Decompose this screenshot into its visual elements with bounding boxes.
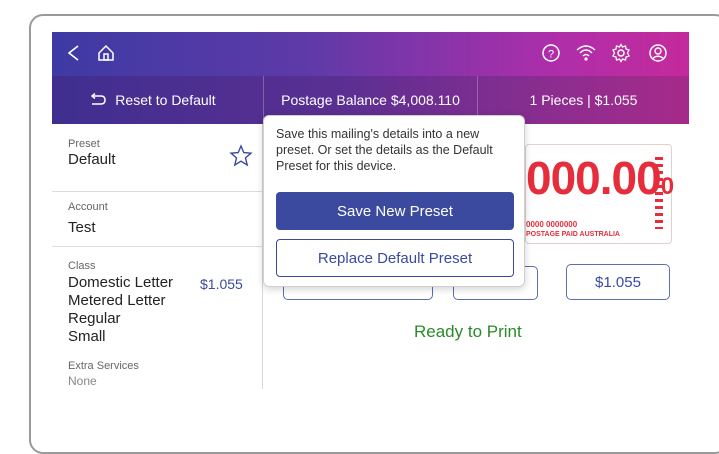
class-price: $1.055 (200, 276, 243, 292)
save-new-preset-button[interactable]: Save New Preset (276, 192, 514, 230)
extra-services-value: None (68, 374, 97, 388)
pieces-text: 1 Pieces | $1.055 (529, 92, 638, 108)
class-line: Regular (68, 310, 121, 327)
preset-label: Preset (68, 138, 100, 150)
preset-value: Default (68, 151, 116, 168)
stamp-footer: POSTAGE PAID AUSTRALIA (526, 231, 620, 238)
replace-default-preset-label: Replace Default Preset (317, 249, 473, 267)
ready-status: Ready to Print (414, 322, 522, 341)
stamp-barcode (655, 157, 663, 229)
stamp-amount: 000.000 (526, 152, 674, 204)
class-line: Domestic Letter (68, 274, 174, 291)
star-icon[interactable] (229, 144, 253, 173)
popover-message: Save this mailing's details into a new p… (276, 127, 493, 173)
top-bar: ? (52, 32, 689, 76)
extra-services-label: Extra Services (68, 360, 139, 372)
replace-default-preset-button[interactable]: Replace Default Preset (276, 239, 514, 277)
reset-icon (89, 93, 107, 107)
account-value: Test (68, 219, 96, 236)
mailing-details-panel: Preset Default Account Test Class Domest… (52, 124, 263, 389)
postage-balance-text: Postage Balance $4,008.110 (281, 92, 460, 108)
class-line: Small (68, 328, 106, 345)
reset-to-default-button[interactable]: Reset to Default (52, 76, 253, 124)
account-label: Account (68, 201, 108, 213)
reset-label: Reset to Default (115, 92, 216, 108)
class-section[interactable]: Class Domestic Letter Metered Letter Reg… (52, 247, 262, 347)
save-new-preset-label: Save New Preset (337, 202, 453, 220)
preset-popover: Save this mailing's details into a new p… (263, 115, 525, 287)
price-button-label: $1.055 (595, 273, 641, 291)
wifi-icon[interactable] (575, 42, 597, 69)
account-icon[interactable] (648, 43, 668, 68)
settings-icon[interactable] (611, 43, 631, 68)
help-icon[interactable]: ? (541, 43, 561, 68)
postage-stamp-preview: 000.000 0000 0000000 POSTAGE PAID AUSTRA… (525, 144, 674, 244)
svg-text:?: ? (548, 49, 554, 61)
extra-services-section[interactable]: Extra Services None (52, 354, 262, 389)
home-icon[interactable] (96, 43, 116, 68)
account-section[interactable]: Account Test (52, 192, 262, 246)
class-line: Metered Letter (68, 292, 166, 309)
back-icon[interactable] (66, 44, 82, 67)
price-button[interactable]: $1.055 (566, 264, 670, 300)
class-label: Class (68, 260, 96, 272)
stamp-codes: 0000 0000000 (526, 220, 578, 229)
preset-section[interactable]: Preset Default (52, 124, 262, 192)
